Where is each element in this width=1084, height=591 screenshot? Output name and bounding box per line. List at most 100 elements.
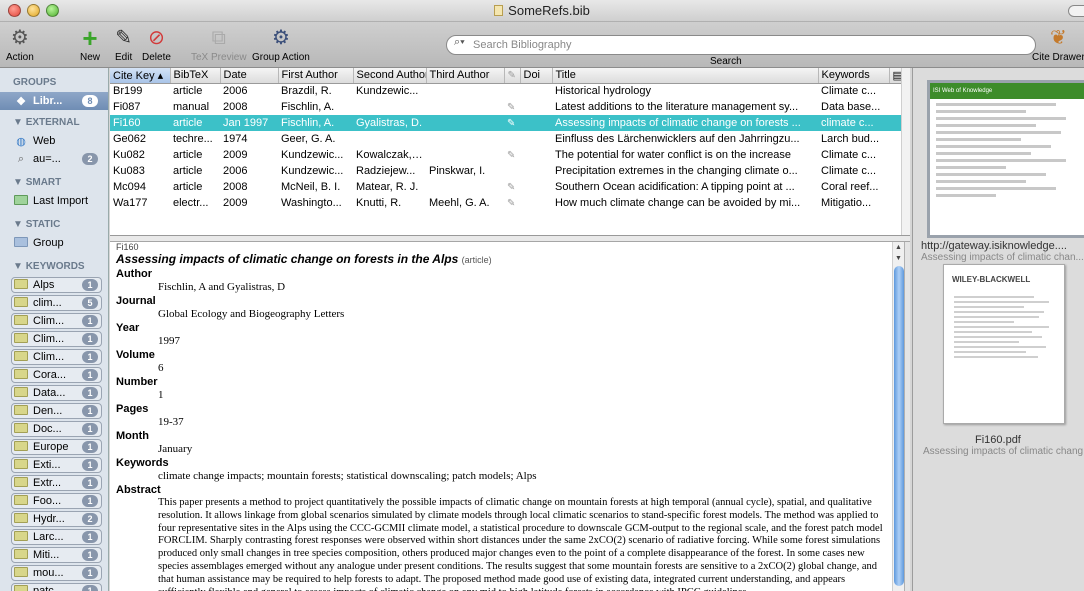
table-row[interactable]: Ku082 article 2009 Kundzewic... Kowalczak, P… <box>110 147 901 163</box>
pdf-thumbnail[interactable]: WILEY-BLACKWELL <box>943 264 1065 424</box>
attachment-icon-cell: ✎ <box>507 101 516 113</box>
scrollbar-thumb[interactable] <box>894 266 904 586</box>
plus-icon: + <box>82 23 98 53</box>
table-cell: article <box>173 85 203 98</box>
smart-folder-icon <box>14 194 28 208</box>
web-page-thumbnail[interactable]: ISI Web of Knowledge <box>927 80 1084 238</box>
toolbar-toggle-button[interactable] <box>1068 5 1084 17</box>
sidebar-item-keyword[interactable]: mou... 1 <box>0 564 108 582</box>
sidebar-item-keyword[interactable]: Doc... 1 <box>0 420 108 438</box>
field-label: Pages <box>116 403 149 415</box>
field-label: Journal <box>116 295 156 307</box>
sidebar-item-keyword[interactable]: Miti... 1 <box>0 546 108 564</box>
column-cite-key[interactable]: Cite Key ▴ <box>110 68 171 84</box>
table-row[interactable]: Mc094 article 2008 McNeil, B. I. Matear, R. … <box>110 179 901 195</box>
table-cell-spacer <box>889 131 901 147</box>
sidebar-item-keyword[interactable]: Clim... 1 <box>0 312 108 330</box>
column-bibtex[interactable]: BibTeX <box>170 68 221 84</box>
action-button[interactable]: ⚙ Action <box>6 25 34 63</box>
keyword-folder-icon <box>14 548 28 562</box>
sidebar-item-keyword[interactable]: Alps 1 <box>0 276 108 294</box>
column-date[interactable]: Date <box>220 68 279 84</box>
sidebar-item-keyword[interactable]: Clim... 1 <box>0 348 108 366</box>
table-row[interactable]: Fi087 manual 2008 Fischlin, A. ✎ Latest addit… <box>110 99 901 115</box>
external-header[interactable]: ▼ EXTERNAL <box>0 114 108 132</box>
search-group-count-badge: 2 <box>82 153 98 165</box>
delete-button[interactable]: ⊘ Delete <box>142 25 171 63</box>
tex-preview-button[interactable]: ⧉ TeX Preview <box>191 25 247 63</box>
keywords-header-label: KEYWORDS <box>25 261 85 272</box>
library-icon: ❖ <box>16 95 26 108</box>
keyword-folder-icon <box>14 314 28 328</box>
keyword-folder-icon <box>14 404 28 418</box>
sidebar-item-web[interactable]: ◍ Web <box>0 132 108 150</box>
column-attachment[interactable]: ✎ <box>504 68 521 84</box>
close-window-button[interactable] <box>8 4 21 17</box>
edit-button[interactable]: ✎ Edit <box>115 25 132 63</box>
keywords-header[interactable]: ▼ KEYWORDS <box>0 258 108 276</box>
static-header[interactable]: ▼ STATIC <box>0 216 108 234</box>
table-cell: Southern Ocean acidification: A tipping … <box>555 181 795 193</box>
sidebar-item-keyword[interactable]: Europe 1 <box>0 438 108 456</box>
column-second-author[interactable]: Second Author <box>353 68 427 84</box>
keyword-label: Clim... <box>33 351 65 363</box>
sidebar-item-keyword[interactable]: Cora... 1 <box>0 366 108 384</box>
pdf-file-caption[interactable]: Fi160.pdf <box>975 434 1021 446</box>
field-value: Fischlin, A and Gyalistras, D <box>158 281 286 293</box>
sidebar-item-library[interactable]: ❖ Libr... 8 <box>0 92 108 110</box>
abstract-label: Abstract <box>116 484 161 496</box>
sidebar-item-keyword[interactable]: clim... 5 <box>0 294 108 312</box>
table-cell: Climate c... <box>821 165 877 177</box>
column-title[interactable]: Title <box>552 68 819 84</box>
cite-drawer-icon: ❦ <box>1050 27 1067 49</box>
sidebar-item-keyword[interactable]: Hydr... 2 <box>0 510 108 528</box>
table-row[interactable]: Wa177 electr... 2009 Washingto... Knutti, R.… <box>110 195 901 211</box>
sidebar-item-group[interactable]: Group <box>0 234 108 252</box>
search-label: Search <box>710 56 742 67</box>
sidebar-item-search[interactable]: ⌕ au=... 2 <box>0 150 108 168</box>
sidebar-item-keyword[interactable]: Den... 1 <box>0 402 108 420</box>
column-doi[interactable]: Doi <box>520 68 553 84</box>
table-row[interactable]: Br199 article 2006 Brazdil, R. Kundzewic... H… <box>110 83 901 99</box>
keyword-label: patc... <box>33 585 63 591</box>
detail-scrollbar[interactable]: ▲ ▼ <box>892 242 904 591</box>
table-scrollbar[interactable] <box>901 68 910 235</box>
table-row[interactable]: Fi160 article Jan 1997 Fischlin, A. Gyalistr… <box>110 115 901 131</box>
minimize-window-button[interactable] <box>27 4 40 17</box>
sidebar-item-keyword[interactable]: Larc... 1 <box>0 528 108 546</box>
column-third-author[interactable]: Third Author <box>426 68 505 84</box>
cite-drawer-button[interactable]: ❦ Cite Drawer <box>1032 25 1084 63</box>
zoom-window-button[interactable] <box>46 4 59 17</box>
sidebar-item-keyword[interactable]: Data... 1 <box>0 384 108 402</box>
keyword-label: Europe <box>33 441 69 453</box>
group-action-button[interactable]: ⚙ Group Action <box>252 25 310 63</box>
smart-header[interactable]: ▼ SMART <box>0 174 108 192</box>
table-cell: 2009 <box>223 149 248 161</box>
sidebar-item-keyword[interactable]: Exti... 1 <box>0 456 108 474</box>
keyword-count-badge: 1 <box>82 441 98 453</box>
search-input[interactable] <box>446 35 1036 55</box>
sidebar-item-last-import[interactable]: Last Import <box>0 192 108 210</box>
keyword-count-badge: 5 <box>82 297 98 309</box>
column-first-author[interactable]: First Author <box>278 68 354 84</box>
sidebar-item-keyword[interactable]: Extr... 1 <box>0 474 108 492</box>
column-keywords[interactable]: Keywords <box>818 68 890 84</box>
sidebar-item-keyword[interactable]: Foo... 1 <box>0 492 108 510</box>
column-chooser[interactable]: ▤ <box>889 68 902 84</box>
table-cell <box>426 83 504 99</box>
sidebar-item-keyword[interactable]: Clim... 1 <box>0 330 108 348</box>
scroll-up-arrow-icon[interactable]: ▲ <box>895 244 902 251</box>
web-link-caption[interactable]: http://gateway.isiknowledge.... <box>921 240 1067 252</box>
detail-title-text: Assessing impacts of climatic change on … <box>116 252 459 266</box>
sidebar-item-keyword[interactable]: patc... 1 <box>0 582 108 591</box>
keyword-label: mou... <box>33 567 64 579</box>
scroll-down-arrow-icon[interactable]: ▼ <box>895 255 902 262</box>
table-row[interactable]: Ge062 techre... 1974 Geer, G. A. Einfluss de… <box>110 131 901 147</box>
new-button[interactable]: + New <box>80 25 100 63</box>
detail-title: Assessing impacts of climatic change on … <box>116 252 886 266</box>
globe-icon: ◍ <box>16 135 26 148</box>
drawer-divider[interactable] <box>904 242 910 591</box>
keyword-label: Clim... <box>33 315 65 327</box>
table-row[interactable]: Ku083 article 2006 Kundzewic... Radziejew...… <box>110 163 901 179</box>
table-cell <box>353 131 426 147</box>
